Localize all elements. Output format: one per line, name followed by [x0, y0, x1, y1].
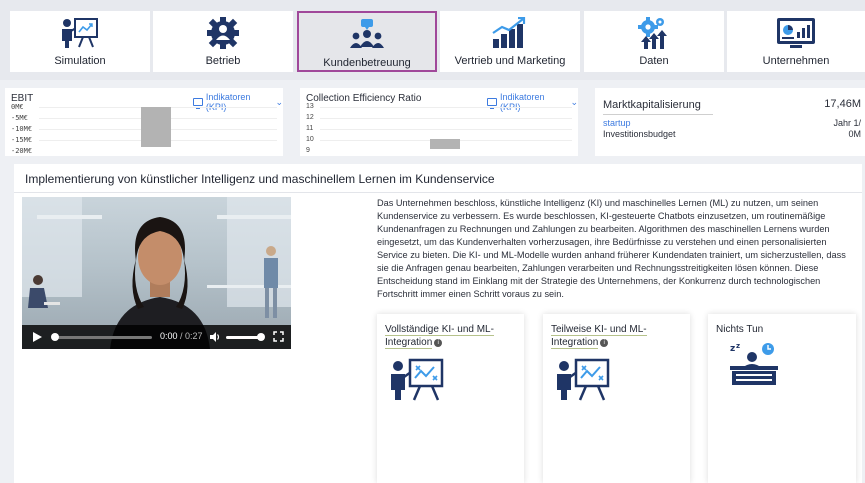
chevron-down-icon: ⌄ [275, 96, 283, 107]
svg-text:z: z [736, 342, 740, 350]
video-controls: 0:00 / 0:27 [22, 325, 291, 349]
option-title-line1: Teilweise KI- und ML- [551, 324, 647, 336]
svg-text:z: z [730, 344, 735, 354]
volume-icon[interactable] [209, 331, 221, 343]
kpi-ebit-card: EBIT Indikatoren (KPI) ⌄ 0M€ -5M€ -10M€ … [5, 88, 283, 156]
y-tick: 0M€ [11, 103, 24, 111]
investment-budget-value: 0M [848, 129, 861, 139]
nav-tile-daten[interactable]: Daten [584, 11, 724, 72]
option-title-line2: Integration [551, 337, 599, 349]
volume-slider[interactable] [226, 336, 260, 339]
dashboard-screen-icon [776, 15, 816, 51]
market-cap-value: 17,46M [824, 98, 861, 110]
kpi-title: Marktkapitalisierung [603, 99, 701, 111]
video-player[interactable]: 0:00 / 0:27 [22, 197, 291, 349]
kpi-dropdown[interactable]: Indikatoren (KPI) ⌄ [193, 92, 283, 112]
nav-label: Vertrieb und Marketing [454, 55, 566, 67]
nav-tile-simulation[interactable]: Simulation [10, 11, 150, 72]
kpi-market-cap-card: Marktkapitalisierung 17,46M startup Inve… [595, 88, 865, 156]
info-icon[interactable]: i [434, 339, 443, 347]
play-icon[interactable] [33, 332, 42, 342]
kpi-title: Collection Efficiency Ratio [306, 93, 422, 104]
monitor-icon [193, 98, 203, 109]
volume-handle[interactable] [257, 333, 265, 341]
option-card-do-nothing[interactable]: Nichts Tun z z [708, 314, 856, 483]
nav-tile-kundenbetreuung[interactable]: Kundenbetreuung [297, 11, 437, 72]
video-time: 0:00 / 0:27 [160, 331, 203, 341]
presenter-board-icon [60, 15, 100, 51]
decision-panel: Implementierung von künstlicher Intellig… [14, 164, 862, 483]
y-tick: 11 [306, 125, 314, 132]
nav-tile-betrieb[interactable]: Betrieb [153, 11, 293, 72]
option-card-full-integration[interactable]: Vollständige KI- und ML- Integration i [377, 314, 524, 483]
y-tick: 9 [306, 147, 310, 154]
page-title: Implementierung von künstlicher Intellig… [25, 172, 495, 186]
time-current: 0:00 [160, 331, 178, 341]
nav-label: Kundenbetreuung [323, 57, 411, 69]
nav-tile-vertrieb-und-marketing[interactable]: Vertrieb und Marketing [440, 11, 580, 72]
kpi-dropdown-label: Indikatoren (KPI) [205, 92, 251, 112]
y-tick: -15M€ [11, 136, 33, 144]
video-progress[interactable] [52, 336, 152, 339]
investment-budget-label: Investitionsbudget [603, 129, 676, 139]
y-tick: -5M€ [11, 114, 28, 122]
y-tick: 10 [306, 136, 314, 143]
y-tick: 13 [306, 103, 314, 110]
nav-label: Daten [639, 55, 669, 67]
option-title: Vollständige KI- und ML- Integration i [385, 323, 494, 349]
nav-label: Simulation [54, 55, 106, 67]
sleeping-desk-icon: z z [730, 342, 778, 385]
option-card-partial-integration[interactable]: Teilweise KI- und ML- Integration i [543, 314, 690, 483]
kpi-collection-efficiency-card: Collection Efficiency Ratio Indikatoren … [300, 88, 578, 156]
nav-label: Unternehmen [762, 55, 830, 67]
info-icon[interactable]: i [600, 339, 609, 347]
y-tick: 12 [306, 114, 314, 121]
option-title-line1: Nichts Tun [716, 324, 764, 335]
nav-tile-unternehmen[interactable]: Unternehmen [727, 11, 865, 72]
growth-chart-icon [490, 15, 530, 51]
presenter-board-icon [557, 358, 610, 401]
kpi-dropdown[interactable]: Indikatoren (KPI) ⌄ [487, 92, 578, 112]
y-tick: -20M€ [11, 147, 33, 155]
year-indicator: Jahr 1/ [833, 118, 861, 128]
ebit-bar [141, 107, 171, 147]
y-tick: -10M€ [11, 125, 33, 133]
kpi-dropdown-label: Indikatoren (KPI) [500, 92, 545, 112]
nav-label: Betrieb [205, 55, 241, 67]
top-navigation: Simulation Betrieb Kundenbetreuung Vertr… [0, 0, 865, 80]
progress-handle[interactable] [51, 333, 59, 341]
cer-bar [430, 139, 460, 149]
presenter-board-icon [391, 358, 444, 401]
time-total: / 0:27 [180, 331, 203, 341]
option-title-line1: Vollständige KI- und ML- [385, 324, 494, 336]
customer-group-icon [347, 17, 387, 53]
fullscreen-icon[interactable] [273, 331, 284, 342]
monitor-icon [487, 98, 497, 109]
option-title: Teilweise KI- und ML- Integration i [551, 323, 647, 349]
gear-user-icon [203, 15, 243, 51]
startup-link[interactable]: startup [603, 118, 631, 128]
gears-arrows-icon [634, 15, 674, 51]
option-title: Nichts Tun [716, 323, 763, 336]
decision-description: Das Unternehmen beschloss, künstliche In… [377, 198, 846, 299]
option-title-line2: Integration [385, 337, 433, 349]
chevron-down-icon: ⌄ [570, 96, 578, 107]
